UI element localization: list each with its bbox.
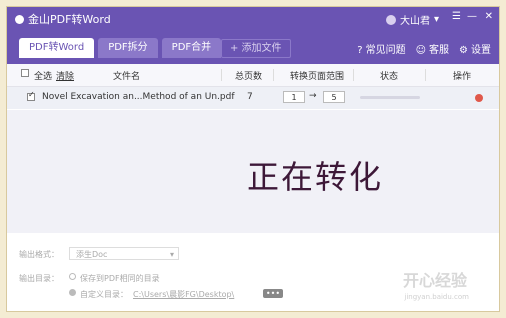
app-window: 金山PDF转Word 大山君 ▾ ☰ — ✕ PDF转Word PDF拆分 PD… [6, 6, 500, 312]
app-title-text: 金山PDF转Word [28, 13, 111, 26]
delete-icon[interactable] [475, 94, 483, 102]
chat-icon: ☺ [415, 45, 427, 56]
arrow-icon: → [309, 91, 317, 101]
range-from-value: 1 [283, 91, 305, 103]
close-icon[interactable]: ✕ [485, 11, 493, 22]
menu-icon[interactable]: ☰ [452, 11, 461, 22]
support-label: 客服 [429, 45, 450, 56]
tab-pdf-split[interactable]: PDF拆分 [98, 38, 158, 58]
browse-button[interactable]: ••• [263, 289, 283, 298]
column-divider [221, 69, 222, 81]
col-file-name: 文件名 [113, 72, 141, 82]
format-value: 添生Doc [76, 250, 108, 259]
header-links: ? 常见问题 ☺ 客服 ⚙ 设置 [357, 41, 491, 56]
settings-link[interactable]: ⚙ 设置 [459, 41, 491, 56]
format-label: 输出格式： [19, 250, 59, 259]
chevron-down-icon: ▾ [433, 14, 439, 25]
radio-circle [69, 289, 76, 296]
checkbox-box [21, 69, 29, 77]
col-page-count: 总页数 [235, 72, 263, 82]
column-divider [353, 69, 354, 81]
table-row[interactable]: ✓ Novel Excavation an...Method of an Un.… [7, 87, 499, 109]
converting-overlay-text: 正在转化 [247, 158, 384, 196]
range-to-input[interactable]: 5 [323, 91, 345, 103]
user-name: 大山君 [399, 16, 430, 27]
select-all-checkbox[interactable] [21, 69, 29, 80]
col-action: 操作 [453, 72, 472, 82]
custom-dir-label: 自定义目录： [80, 290, 128, 299]
range-to-value: 5 [323, 91, 345, 103]
column-divider [425, 69, 426, 81]
gear-icon: ⚙ [459, 45, 468, 56]
header-bar: 金山PDF转Word 大山君 ▾ ☰ — ✕ PDF转Word PDF拆分 PD… [7, 7, 499, 64]
app-title: 金山PDF转Word [15, 11, 111, 27]
watermark-url: jingyan.baidu.com [404, 293, 469, 301]
col-range: 转换页面范围 [290, 72, 345, 82]
col-status: 状态 [380, 72, 399, 82]
tab-bar: PDF转Word PDF拆分 PDF合并 [19, 38, 222, 58]
select-all-label: 全选 [34, 72, 53, 82]
tab-pdf-merge[interactable]: PDF合并 [161, 38, 222, 58]
column-divider [273, 69, 274, 81]
same-dir-label: 保存到PDF相同的目录 [80, 274, 160, 283]
help-label: 常见问题 [365, 45, 406, 56]
chevron-down-icon: ▾ [169, 250, 174, 259]
file-name: Novel Excavation an...Method of an Un.pd… [42, 92, 235, 102]
page-count: 7 [247, 92, 253, 102]
range-from-input[interactable]: 1 [283, 91, 305, 103]
help-link[interactable]: ? 常见问题 [357, 41, 405, 56]
column-header: 全选 清除 文件名 总页数 转换页面范围 状态 操作 [7, 64, 499, 87]
minimize-icon[interactable]: — [467, 11, 477, 22]
format-select[interactable]: 添生Doc ▾ [69, 247, 179, 260]
check-icon: ✓ [28, 90, 35, 99]
tab-pdf-to-word[interactable]: PDF转Word [19, 38, 95, 58]
support-link[interactable]: ☺ 客服 [416, 41, 449, 56]
app-logo-icon [15, 14, 24, 24]
dir-label: 输出目录： [19, 274, 59, 283]
row-checkbox[interactable]: ✓ [27, 90, 35, 104]
custom-dir-radio[interactable] [69, 289, 76, 298]
progress-bar [360, 96, 420, 99]
user-menu[interactable]: 大山君 ▾ [385, 12, 439, 27]
question-icon: ? [357, 45, 363, 56]
same-dir-radio[interactable] [69, 273, 76, 282]
custom-dir-path[interactable]: C:\Users\晨影FG\Desktop\ [133, 289, 234, 300]
watermark-text: 开心经验 [402, 271, 467, 290]
clear-link[interactable]: 清除 [56, 69, 74, 82]
add-file-button[interactable]: + 添加文件 [221, 39, 291, 58]
avatar [385, 14, 396, 25]
settings-label: 设置 [471, 45, 491, 56]
radio-circle [69, 273, 76, 280]
